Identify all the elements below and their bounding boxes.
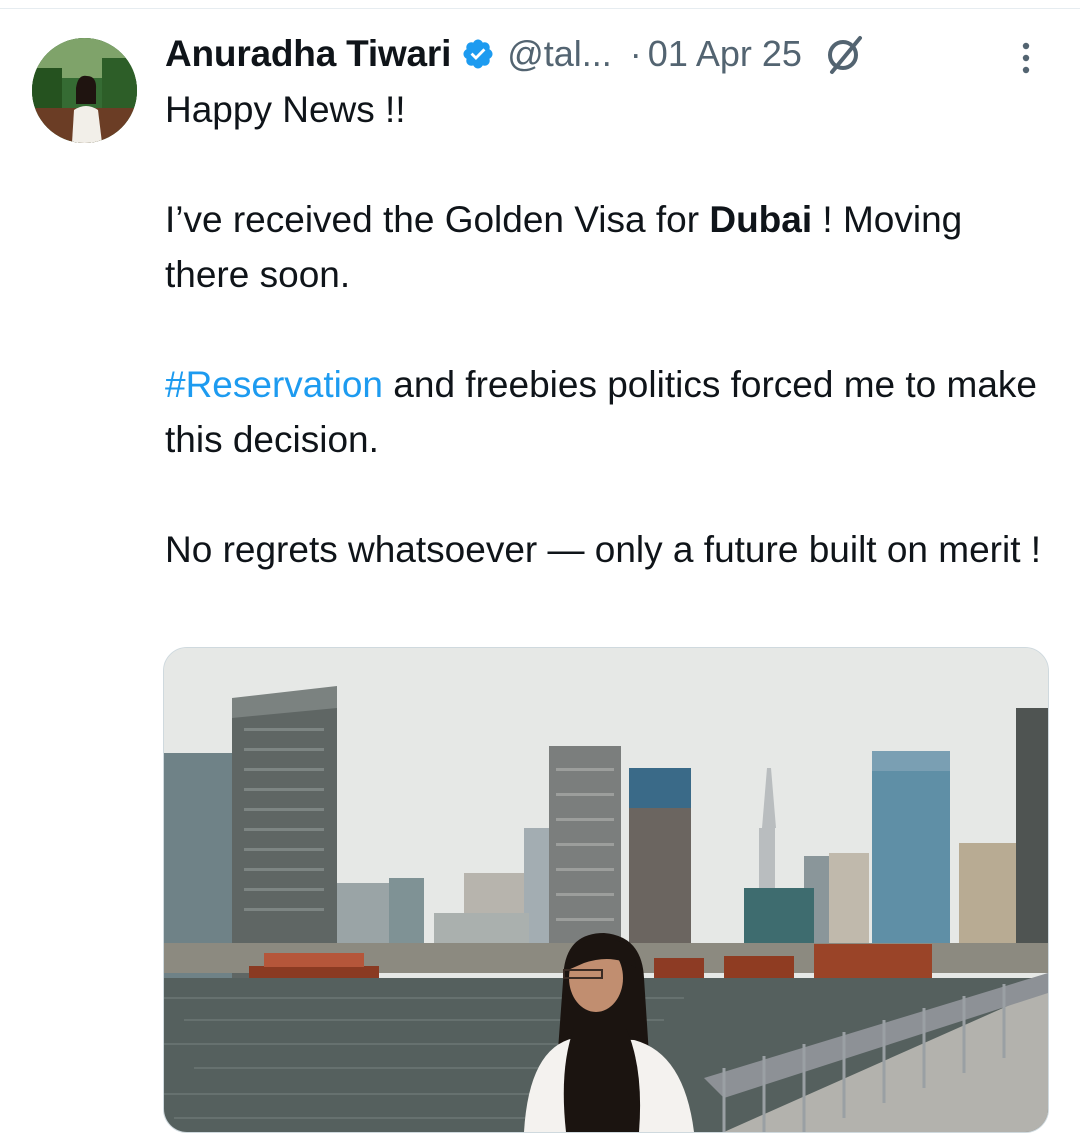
tweet-text-line1: Happy News !! (165, 89, 406, 130)
tweet-header: Anuradha Tiwari @tal... · 01 Apr 25 (165, 28, 866, 80)
author-avatar[interactable] (32, 38, 137, 143)
avatar-image (32, 38, 137, 143)
grok-slash-icon[interactable] (822, 32, 866, 76)
more-options-icon[interactable] (1016, 40, 1036, 76)
tweet-text-para2: I’ve received the Golden Visa for Dubai … (165, 199, 963, 295)
tweet-text: Happy News !! I’ve received the Golden V… (165, 82, 1045, 577)
tweet-text-para4: No regrets whatsoever — only a future bu… (165, 529, 1042, 570)
bold-city: Dubai (709, 199, 813, 240)
tweet-date[interactable]: 01 Apr 25 (648, 33, 802, 75)
top-divider (0, 0, 1080, 9)
verified-badge-icon (461, 37, 495, 71)
header-separator: · (629, 33, 642, 74)
photo-dubai-marina (164, 648, 1048, 1132)
author-name[interactable]: Anuradha Tiwari (165, 33, 451, 75)
author-handle[interactable]: @tal... (507, 33, 612, 75)
hashtag-link[interactable]: #Reservation (165, 364, 383, 405)
tweet-text-para3: #Reservation and freebies politics force… (165, 364, 1038, 460)
tweet-photo[interactable] (163, 647, 1049, 1133)
